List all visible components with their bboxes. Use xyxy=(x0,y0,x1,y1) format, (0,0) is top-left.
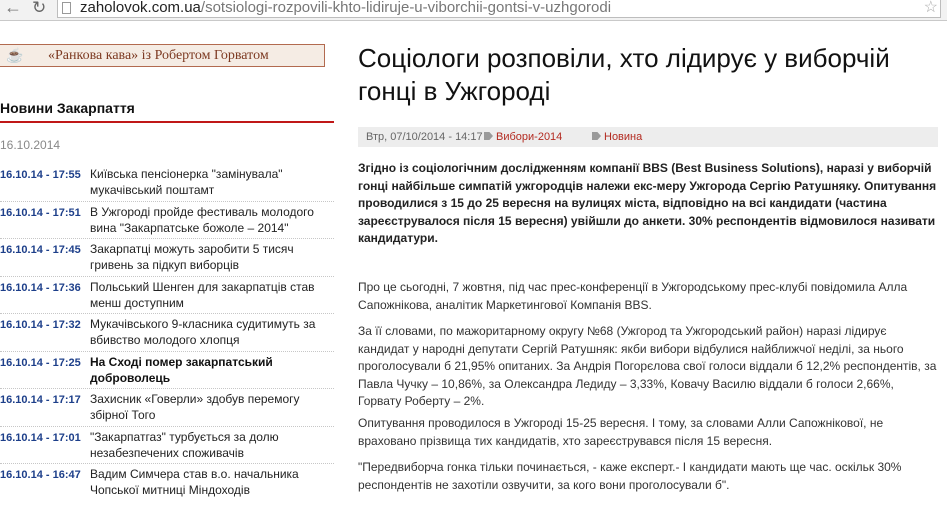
tag-link[interactable]: Новина xyxy=(604,131,642,143)
news-time: 16.10.14 - 17:36 xyxy=(0,281,81,294)
news-time: 16.10.14 - 17:45 xyxy=(0,244,81,256)
promo-banner[interactable]: ☕ «Ранкова кава» із Робертом Горватом xyxy=(0,44,325,67)
news-heading: Новини Закарпаття xyxy=(0,100,135,116)
article-paragraph: "Передвиборча гонка тільки починається, … xyxy=(358,460,902,492)
news-time: 16.10.14 - 17:51 xyxy=(0,206,81,219)
address-bar[interactable]: zaholovok.com.ua/sotsiologi-rozpovili-kh… xyxy=(57,0,941,18)
page-icon xyxy=(62,2,71,14)
browser-toolbar: ← ↻ zaholovok.com.ua/sotsiologi-rozpovil… xyxy=(0,0,947,21)
bookmark-star-icon[interactable]: ☆ xyxy=(924,0,938,17)
news-link[interactable]: Закарпатці можуть заробити 5 тисяч гриве… xyxy=(90,241,330,273)
coffee-cup-icon: ☕ xyxy=(6,47,24,63)
tag-link[interactable]: Вибори-2014 xyxy=(496,131,562,143)
url-text[interactable]: zaholovok.com.ua/sotsiologi-rozpovili-kh… xyxy=(80,0,611,16)
news-item[interactable]: 16.10.14 - 17:25 На Сході помер закарпат… xyxy=(0,352,334,389)
news-link[interactable]: Захисник «Говерли» здобув перемогу збірн… xyxy=(90,391,330,423)
news-item[interactable]: 16.10.14 - 16:47 Вадим Симчера став в.о.… xyxy=(0,464,334,502)
url-path: /sotsiologi-rozpovili-khto-lidiruje-u-vi… xyxy=(200,0,612,16)
article-paragraph: Опитування проводилося в Ужгороді 15-25 … xyxy=(358,416,884,448)
news-list: 16.10.14 - 17:55 Київська пенсіонерка "з… xyxy=(0,164,334,502)
news-item[interactable]: 16.10.14 - 17:32 Мукачівського 9-класник… xyxy=(0,314,334,352)
tag-icon xyxy=(592,132,601,140)
news-item[interactable]: 16.10.14 - 17:01 "Закарпатгаз" турбуєтьс… xyxy=(0,427,334,464)
news-link[interactable]: Польський Шенген для закарпатців став ме… xyxy=(90,279,330,311)
news-link[interactable]: Київська пенсіонерка "замінувала" мукачі… xyxy=(90,166,330,198)
url-host: zaholovok.com.ua xyxy=(80,0,201,16)
promo-label: «Ранкова кава» із Робертом Горватом xyxy=(48,48,269,63)
article-lead: Згідно із соціологічним дослідженням ком… xyxy=(358,161,937,245)
article-date: Втр, 07/10/2014 - 14:17 xyxy=(366,131,483,143)
news-time: 16.10.14 - 17:17 xyxy=(0,394,81,406)
tag-icon xyxy=(484,132,493,140)
back-arrow-icon[interactable]: ← xyxy=(4,0,22,18)
news-time: 16.10.14 - 17:01 xyxy=(0,431,81,444)
news-item[interactable]: 16.10.14 - 17:55 Київська пенсіонерка "з… xyxy=(0,164,334,202)
news-link[interactable]: Вадим Симчера став в.о. начальника Чопсь… xyxy=(90,466,330,498)
news-link[interactable]: "Закарпатгаз" турбується за долю незабез… xyxy=(90,429,330,461)
news-time: 16.10.14 - 17:32 xyxy=(0,319,81,331)
news-item[interactable]: 16.10.14 - 17:45 Закарпатці можуть зароб… xyxy=(0,239,334,277)
news-link[interactable]: На Сході помер закарпатський доброволець xyxy=(90,354,330,386)
news-date: 16.10.2014 xyxy=(0,138,61,152)
news-time: 16.10.14 - 16:47 xyxy=(0,469,81,481)
article-paragraph: Про це сьогодні, 7 жовтня, під час прес-… xyxy=(358,280,908,312)
news-divider xyxy=(0,121,334,123)
news-link[interactable]: В Ужгороді пройде фестиваль молодого вин… xyxy=(90,204,330,236)
news-item[interactable]: 16.10.14 - 17:17 Захисник «Говерли» здоб… xyxy=(0,389,334,427)
news-link[interactable]: Мукачівського 9-класника судитимуть за в… xyxy=(90,316,330,348)
article-title: Соціологи розповіли, хто лідирує у вибор… xyxy=(358,43,890,106)
news-item[interactable]: 16.10.14 - 17:51 В Ужгороді пройде фести… xyxy=(0,202,334,239)
reload-icon[interactable]: ↻ xyxy=(32,0,46,18)
article-meta: Втр, 07/10/2014 - 14:17 Вибори-2014 Нови… xyxy=(358,127,938,147)
news-time: 16.10.14 - 17:55 xyxy=(0,169,81,181)
news-time: 16.10.14 - 17:25 xyxy=(0,356,81,369)
news-item[interactable]: 16.10.14 - 17:36 Польський Шенген для за… xyxy=(0,277,334,314)
article-paragraph: За її словами, по мажоритарному округу №… xyxy=(358,324,937,408)
